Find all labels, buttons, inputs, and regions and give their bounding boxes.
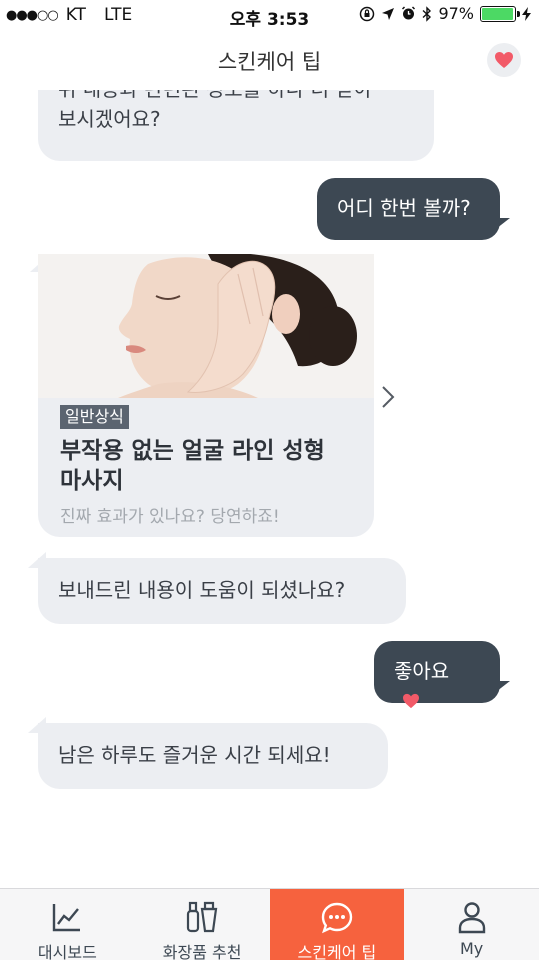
article-title-line: 마사지	[60, 468, 124, 494]
bot-message: 남은 하루도 즐거운 시간 되세요!	[28, 717, 388, 789]
next-card-button[interactable]	[380, 384, 396, 414]
tab-label: 대시보드	[37, 943, 97, 960]
tab-label: My	[459, 939, 484, 958]
status-right: 97%	[359, 4, 531, 23]
person-icon	[404, 901, 539, 935]
message-text: 보내드린 내용이 도움이 되셨나요?	[58, 578, 346, 602]
favorite-button[interactable]	[487, 43, 521, 77]
bubble-tail	[28, 552, 46, 568]
tab-cosmetics-recommend[interactable]: 화장품 추천	[135, 889, 270, 960]
chat-bubble-icon	[270, 901, 405, 935]
bot-message: 보내드린 내용이 도움이 되셨나요?	[28, 552, 406, 624]
tab-label: 스킨케어 팁	[297, 943, 377, 960]
bubble-tail	[492, 218, 510, 232]
tab-my[interactable]: My	[404, 889, 539, 960]
rotation-lock-icon	[360, 6, 375, 21]
bubble-tail	[28, 717, 46, 733]
user-message: 어디 한번 볼까?	[317, 178, 510, 240]
heart-icon	[403, 693, 419, 709]
heart-icon	[495, 52, 513, 68]
alarm-icon	[402, 6, 416, 20]
cosmetics-icon	[135, 901, 270, 935]
chat-area[interactable]: 위 내용과 관련된 정보를 하나 더 받아 보시겠어요? 어디 한번 볼까?	[0, 90, 539, 888]
battery-fill	[482, 7, 514, 20]
article-category-tag: 일반상식	[60, 405, 129, 429]
location-icon	[382, 7, 395, 20]
article-image	[38, 254, 374, 398]
message-text: 어디 한번 볼까?	[337, 196, 471, 220]
status-bar: ●●●○○ KT LTE 오후 3:53 97%	[0, 0, 539, 30]
article-title: 부작용 없는 얼굴 라인 성형 마사지	[60, 436, 360, 496]
bot-message: 위 내용과 관련된 정보를 하나 더 받아 보시겠어요?	[38, 90, 434, 161]
message-text: 보시겠어요?	[58, 107, 161, 131]
tab-skincare-tips[interactable]: 스킨케어 팁	[269, 889, 405, 960]
tab-label: 화장품 추천	[162, 943, 242, 960]
user-message: 좋아요	[374, 641, 510, 709]
message-text: 남은 하루도 즐거운 시간 되세요!	[58, 743, 331, 767]
bubble-tail	[492, 681, 510, 695]
chevron-right-icon	[382, 386, 395, 408]
message-text: 위 내용과 관련된 정보를 하나 더 받아	[58, 90, 414, 104]
article-card[interactable]: 일반상식 부작용 없는 얼굴 라인 성형 마사지 진짜 효과가 있나요? 당연하…	[30, 254, 374, 537]
battery-percent: 97%	[438, 4, 474, 23]
message-text: 좋아요	[394, 659, 450, 683]
battery-icon	[480, 5, 520, 22]
chart-line-icon	[0, 901, 135, 935]
face-massage-illustration	[38, 254, 374, 398]
page-title: 스킨케어 팁	[217, 50, 322, 74]
tab-dashboard[interactable]: 대시보드	[0, 889, 135, 960]
bottom-tab-bar: 대시보드 화장품 추천 스킨케어 팁 My	[0, 888, 539, 960]
header: 스킨케어 팁	[0, 30, 539, 90]
article-description: 진짜 효과가 있나요? 당연하죠!	[60, 507, 280, 527]
charging-icon	[522, 6, 531, 21]
article-title-line: 부작용 없는 얼굴 라인 성형	[60, 438, 325, 464]
bluetooth-icon	[422, 5, 432, 22]
